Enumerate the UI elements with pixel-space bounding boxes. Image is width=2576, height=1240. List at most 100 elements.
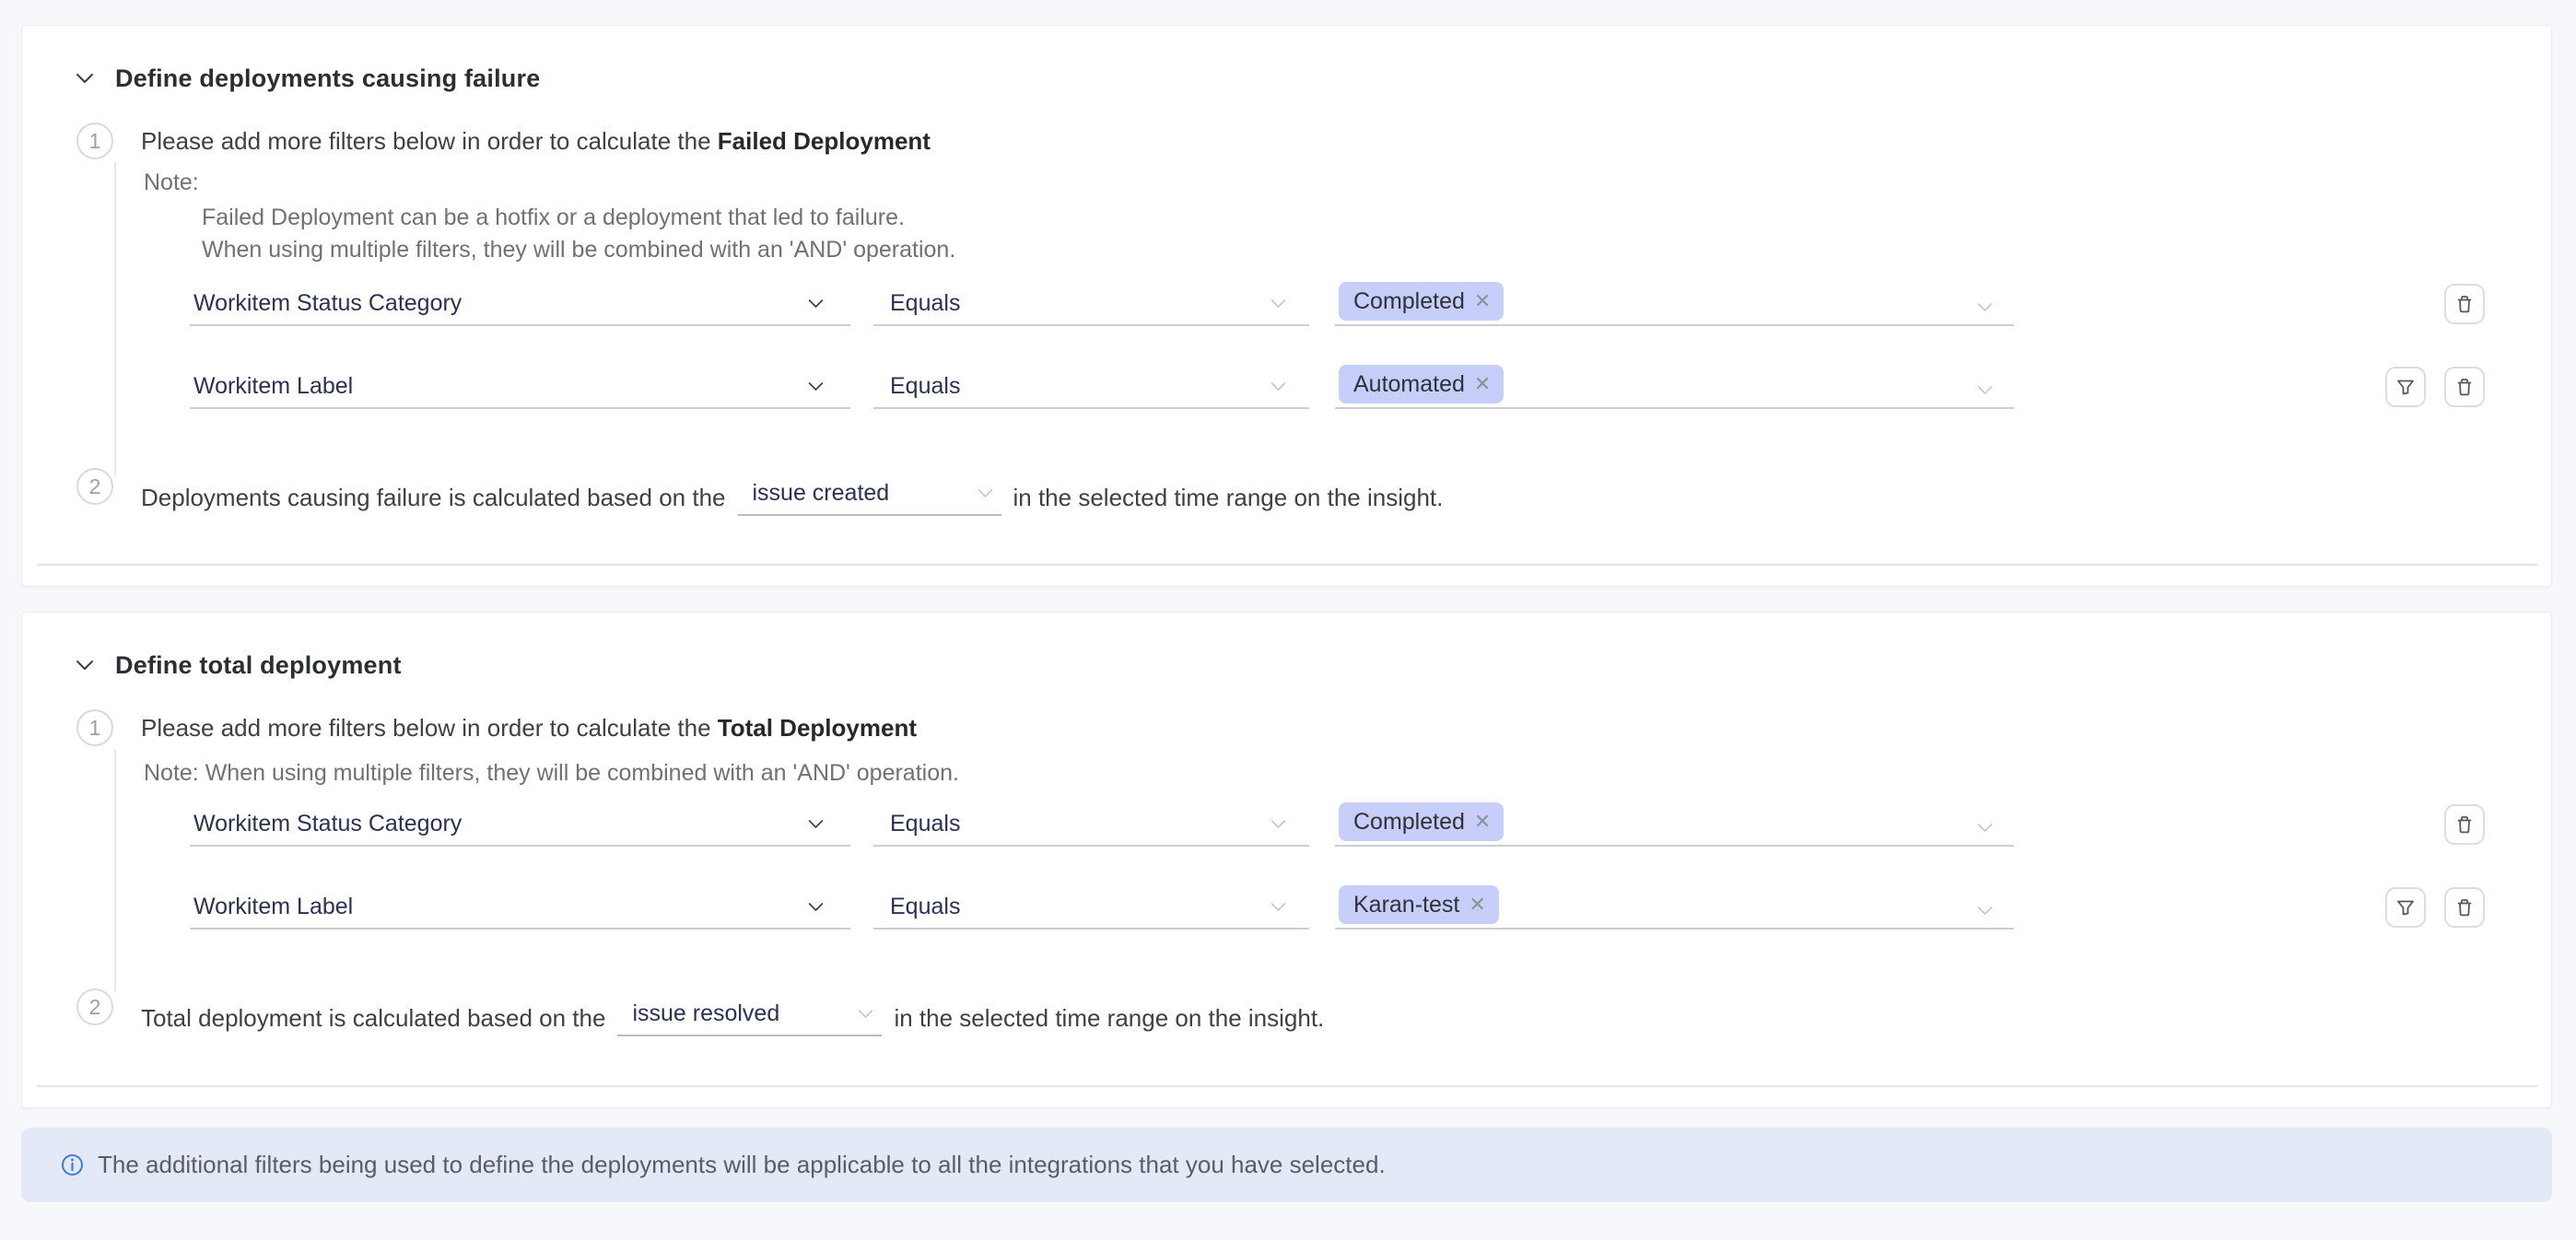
filter-row: Workitem Status Category Equals Complete… xyxy=(190,281,2485,326)
section-title: Define total deployment xyxy=(115,651,402,680)
step-2-content: Deployments causing failure is calculate… xyxy=(141,468,2551,516)
section-footer-divider xyxy=(37,1085,2538,1087)
filter-rows: Workitem Status Category Equals Complete… xyxy=(141,801,2551,930)
field-select[interactable]: Workitem Label xyxy=(190,364,850,409)
event-type-select-value: issue created xyxy=(753,479,890,507)
row-buttons xyxy=(2385,367,2485,407)
section-footer-divider xyxy=(37,564,2538,566)
step-gutter: 1 xyxy=(22,123,141,409)
step-connector-line xyxy=(114,162,116,475)
values-multiselect[interactable]: Karan-test ✕ xyxy=(1335,884,2014,930)
delete-filter-button[interactable] xyxy=(2444,367,2485,407)
values-multiselect[interactable]: Completed ✕ xyxy=(1335,801,2014,847)
chevron-down-icon xyxy=(807,898,825,916)
step-number-badge: 2 xyxy=(76,468,113,505)
filter-rows: Workitem Status Category Equals Complete… xyxy=(141,281,2551,409)
sentence-prefix: Total deployment is calculated based on … xyxy=(141,1000,605,1036)
step-1-content: Please add more filters below in order t… xyxy=(141,709,2551,930)
value-tag: Karan-test ✕ xyxy=(1339,885,1499,924)
row-buttons xyxy=(2444,284,2485,324)
add-filter-button[interactable] xyxy=(2385,887,2426,928)
operator-select-value: Equals xyxy=(890,372,960,400)
info-banner: The additional filters being used to def… xyxy=(21,1128,2552,1202)
sentence-suffix: in the selected time range on the insigh… xyxy=(894,1000,1324,1036)
chevron-down-icon xyxy=(977,485,994,502)
info-banner-text: The additional filters being used to def… xyxy=(98,1151,1386,1179)
delete-filter-button[interactable] xyxy=(2444,887,2485,928)
instruction-text: Please add more filters below in order t… xyxy=(141,127,718,155)
tag-remove-icon[interactable]: ✕ xyxy=(1474,812,1491,832)
section-define-total-deployment: Define total deployment 1 Please add mor… xyxy=(21,612,2552,1108)
step-2: 2 Deployments causing failure is calcula… xyxy=(22,468,2551,516)
event-type-select[interactable]: issue created xyxy=(738,468,1001,516)
event-type-select[interactable]: issue resolved xyxy=(617,988,882,1036)
add-filter-button[interactable] xyxy=(2385,367,2426,407)
sentence-suffix: in the selected time range on the insigh… xyxy=(1013,479,1444,516)
filter-row: Workitem Label Equals Karan-test ✕ xyxy=(190,884,2485,930)
field-select-value: Workitem Label xyxy=(193,372,353,400)
step-2: 2 Total deployment is calculated based o… xyxy=(22,988,2551,1036)
step-number-badge: 1 xyxy=(76,709,113,746)
chevron-down-icon xyxy=(1976,819,1994,836)
step-gutter: 2 xyxy=(22,468,141,505)
note-label: Note: xyxy=(141,169,2551,196)
chevron-down-icon xyxy=(1976,381,1994,399)
chevron-down-icon xyxy=(1976,902,1994,919)
step-1: 1 Please add more filters below in order… xyxy=(22,123,2551,409)
value-tag-label: Completed xyxy=(1353,803,1465,840)
chevron-down-icon xyxy=(807,295,825,312)
step-connector-line xyxy=(114,749,116,992)
operator-select-value: Equals xyxy=(890,893,960,920)
chevron-down-icon xyxy=(1270,378,1287,395)
chevron-down-icon xyxy=(1270,295,1287,312)
delete-filter-button[interactable] xyxy=(2444,804,2485,845)
value-tag-label: Completed xyxy=(1353,283,1465,320)
value-tag-label: Karan-test xyxy=(1353,886,1459,923)
collapse-chevron-icon[interactable] xyxy=(75,68,95,88)
value-tag: Automated ✕ xyxy=(1339,365,1504,404)
step-1-content: Please add more filters below in order t… xyxy=(141,123,2551,409)
operator-select[interactable]: Equals xyxy=(873,281,1309,326)
field-select-value: Workitem Label xyxy=(193,893,353,920)
tag-remove-icon[interactable]: ✕ xyxy=(1474,374,1491,394)
delete-filter-button[interactable] xyxy=(2444,284,2485,324)
value-tag-label: Automated xyxy=(1353,366,1465,403)
field-select[interactable]: Workitem Status Category xyxy=(190,801,850,847)
chevron-down-icon xyxy=(1976,298,1994,316)
step-number-badge: 2 xyxy=(76,988,113,1025)
step-1-instruction: Please add more filters below in order t… xyxy=(141,709,2551,746)
step-2-content: Total deployment is calculated based on … xyxy=(141,988,2551,1036)
step-2-sentence: Total deployment is calculated based on … xyxy=(141,988,2551,1036)
info-icon xyxy=(61,1153,84,1176)
note-line: When using multiple filters, they will b… xyxy=(202,234,2551,266)
field-select-value: Workitem Status Category xyxy=(193,810,462,837)
filter-row: Workitem Status Category Equals Complete… xyxy=(190,801,2485,847)
instruction-bold-term: Failed Deployment xyxy=(718,127,931,155)
step-gutter: 2 xyxy=(22,988,141,1025)
values-multiselect[interactable]: Completed ✕ xyxy=(1335,281,2014,326)
operator-select[interactable]: Equals xyxy=(873,801,1309,847)
operator-select[interactable]: Equals xyxy=(873,364,1309,409)
section-title: Define deployments causing failure xyxy=(115,64,540,93)
step-number-badge: 1 xyxy=(76,123,113,159)
operator-select[interactable]: Equals xyxy=(873,884,1309,930)
values-multiselect[interactable]: Automated ✕ xyxy=(1335,364,2014,409)
instruction-text: Please add more filters below in order t… xyxy=(141,714,718,742)
row-buttons xyxy=(2444,804,2485,845)
step-1-instruction: Please add more filters below in order t… xyxy=(141,123,2551,159)
section-header: Define total deployment xyxy=(75,651,2551,679)
operator-select-value: Equals xyxy=(890,289,960,317)
chevron-down-icon xyxy=(1270,898,1287,916)
field-select[interactable]: Workitem Status Category xyxy=(190,281,850,326)
note-lines: Failed Deployment can be a hotfix or a d… xyxy=(141,202,2551,266)
field-select[interactable]: Workitem Label xyxy=(190,884,850,930)
deployment-settings-page: Define deployments causing failure 1 Ple… xyxy=(0,0,2576,1202)
tag-remove-icon[interactable]: ✕ xyxy=(1469,895,1485,915)
collapse-chevron-icon[interactable] xyxy=(75,655,95,675)
note-line: Failed Deployment can be a hotfix or a d… xyxy=(202,202,2551,234)
tag-remove-icon[interactable]: ✕ xyxy=(1474,291,1491,311)
chevron-down-icon xyxy=(807,378,825,395)
step-1: 1 Please add more filters below in order… xyxy=(22,709,2551,930)
row-buttons xyxy=(2385,887,2485,928)
operator-select-value: Equals xyxy=(890,810,960,837)
